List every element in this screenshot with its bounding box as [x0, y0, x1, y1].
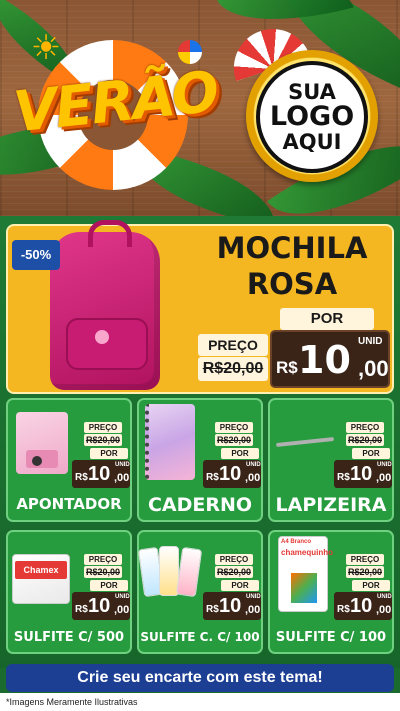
unit-label: UNID	[358, 336, 383, 347]
currency: R$	[75, 472, 88, 483]
old-price: R$20,00	[84, 566, 122, 578]
unit-label: UNID	[246, 462, 261, 468]
logo-text: LOGO	[269, 100, 355, 132]
price-integer: 10	[298, 338, 351, 382]
price-integer: 10	[350, 463, 373, 485]
product-card[interactable]: PREÇO R$20,00 POR R$ 10 UNID ,00 APONTAD…	[6, 398, 132, 522]
price-integer: 10	[219, 595, 242, 617]
price-decimal: ,00	[245, 472, 261, 484]
price-decimal: ,00	[114, 604, 130, 616]
discount-badge: -50%	[12, 240, 60, 270]
product-card[interactable]: PREÇO R$20,00 POR R$ 10 UNID ,00 LAPIZEI…	[268, 398, 394, 522]
currency: R$	[337, 604, 350, 615]
price-decimal: ,00	[376, 472, 392, 484]
paper-pack-image	[175, 546, 203, 598]
price-integer: 10	[88, 595, 111, 617]
old-price: R$20,00	[346, 566, 384, 578]
product-card[interactable]: PREÇO R$20,00 POR R$ 10 UNID ,00 CADERNO	[137, 398, 263, 522]
product-name: APONTADOR	[16, 495, 122, 513]
unit-label: UNID	[246, 594, 261, 600]
logo-text: AQUI	[282, 130, 342, 155]
product-name: SULFITE C/ 100	[275, 630, 387, 645]
por-label: POR	[352, 580, 390, 591]
disclaimer-note: *Imagens Meramente Ilustrativas	[0, 693, 400, 711]
currency: R$	[276, 358, 298, 377]
por-label: POR	[221, 580, 259, 591]
currency: R$	[206, 472, 219, 483]
featured-product-name: MOCHILA ROSA	[196, 230, 388, 302]
sharpener-image	[16, 412, 68, 474]
product-card[interactable]: PREÇO R$20,00 POR R$ 10 UNID ,00 SULFITE…	[137, 530, 263, 654]
price-decimal: ,00	[358, 356, 389, 381]
price-tag: R$ 10 UNID ,00	[270, 330, 390, 388]
price-tag: R$ 10 UNID ,00	[334, 460, 392, 488]
paper-ream-image: Chamex	[12, 554, 70, 604]
featured-name-line: ROSA	[246, 267, 338, 301]
price-integer: 10	[350, 595, 373, 617]
preco-label: PREÇO	[84, 422, 122, 433]
product-name: CADERNO	[147, 494, 253, 516]
por-label: POR	[352, 448, 390, 459]
product-name: LAPIZEIRA	[275, 494, 387, 516]
preco-label: PREÇO	[215, 422, 253, 433]
backpack-charm	[95, 330, 109, 344]
featured-name-line: MOCHILA	[216, 231, 368, 265]
old-price: R$20,00	[215, 434, 253, 446]
price-tag: R$ 10 UNID ,00	[72, 460, 130, 488]
preco-label: PREÇO	[198, 334, 268, 356]
old-price: R$20,00	[198, 357, 268, 381]
logo-text: SUA	[288, 79, 336, 104]
unit-label: UNID	[115, 462, 130, 468]
price-decimal: ,00	[376, 604, 392, 616]
price-integer: 10	[219, 463, 242, 485]
currency: R$	[206, 604, 219, 615]
preco-label: PREÇO	[215, 554, 253, 565]
price-tag: R$ 10 UNID ,00	[334, 592, 392, 620]
por-label: POR	[90, 580, 128, 591]
price-integer: 10	[88, 463, 111, 485]
preco-label: PREÇO	[84, 554, 122, 565]
preco-label: PREÇO	[346, 554, 384, 565]
mechanical-pencil-image	[275, 436, 335, 448]
por-label: POR	[90, 448, 128, 459]
currency: R$	[337, 472, 350, 483]
backpack-image	[50, 220, 160, 390]
product-card[interactable]: Chamex PREÇO R$20,00 POR R$ 10 UNID ,00 …	[6, 530, 132, 654]
logo-placeholder[interactable]: SUA LOGO AQUI	[256, 61, 368, 173]
old-price: R$20,00	[215, 566, 253, 578]
sunglasses-sun-icon: ☀	[30, 29, 62, 67]
preco-label: PREÇO	[346, 422, 384, 433]
por-label: POR	[221, 448, 259, 459]
price-tag: R$ 10 UNID ,00	[72, 592, 130, 620]
price-tag: R$ 10 UNID ,00	[203, 592, 261, 620]
paper-brand-label: chamequinho	[281, 548, 334, 557]
price-tag: R$ 10 UNID ,00	[203, 460, 261, 488]
chamequinho-image: A4 Branco chamequinho	[278, 536, 333, 612]
old-price: R$20,00	[346, 434, 384, 446]
product-card[interactable]: A4 Branco chamequinho PREÇO R$20,00 POR …	[268, 530, 394, 654]
price-decimal: ,00	[245, 604, 261, 616]
page-title: VERÃO	[10, 59, 221, 146]
paper-brand-label: Chamex	[15, 561, 67, 579]
unit-label: UNID	[377, 462, 392, 468]
price-decimal: ,00	[114, 472, 130, 484]
notebook-image	[145, 404, 195, 480]
old-price: R$20,00	[84, 434, 122, 446]
product-name: SULFITE C/ 500	[13, 630, 125, 645]
por-label: POR	[280, 308, 374, 330]
product-name: SULFITE C. C/ 100	[140, 630, 260, 644]
create-flyer-button[interactable]: Crie seu encarte com este tema!	[6, 664, 394, 692]
paper-brand-label: A4 Branco	[281, 539, 312, 545]
currency: R$	[75, 604, 88, 615]
unit-label: UNID	[377, 594, 392, 600]
unit-label: UNID	[115, 594, 130, 600]
